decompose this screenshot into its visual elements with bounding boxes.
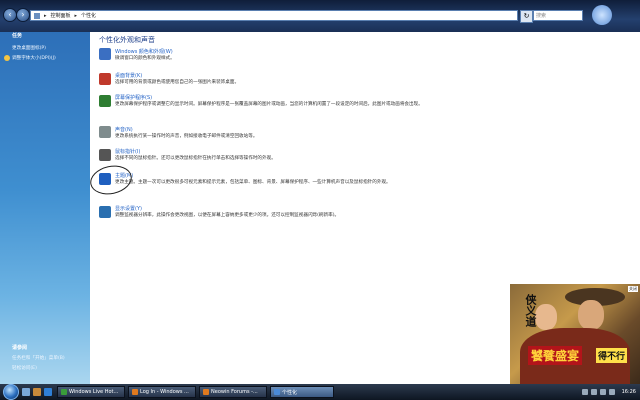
taskbar-item-personalization[interactable]: 个性化 [270, 386, 334, 398]
window-color-desc: 微调窗口的颜色和外观样式。 [115, 56, 175, 61]
volume-icon[interactable] [590, 389, 597, 395]
windows-help-icon[interactable] [592, 5, 612, 25]
screen-saver-desc: 更改屏幕保护程序或调整它的显示时间。屏幕保护程序是一张覆盖屏幕的图片或动画，当您… [115, 102, 423, 107]
ease-of-access-link[interactable]: 轻松访问(E) [12, 365, 37, 371]
screen-saver-link[interactable]: 屏幕保护程序(S) [115, 94, 152, 101]
taskbar-item-neowin[interactable]: Neowin Forums -... [199, 386, 267, 398]
breadcrumb-arrow: ▸ [44, 12, 47, 19]
clock[interactable]: 16:26 [622, 389, 636, 395]
control-panel-icon [34, 12, 40, 19]
display-settings-icon [99, 206, 111, 218]
hand-drawn-circle [87, 161, 135, 199]
desktop-background-desc: 选择可用的背景或颜色或使用您自己的一张图片来装饰桌面。 [115, 80, 240, 85]
window-color-link[interactable]: Windows 颜色和外观(W) [115, 48, 173, 55]
taskbar-item-login[interactable]: Log In - Windows ... [128, 386, 196, 398]
system-tray: 16:26 [520, 385, 640, 399]
breadcrumb[interactable]: ▸ 控制面板 ▸ 个性化 [30, 10, 518, 21]
mouse-pointers-desc: 选择不同的鼠标指针。还可以更改鼠标指针在执行单击和选择等操作时的外观。 [115, 156, 276, 161]
game-ad-popup[interactable]: 侠义道 饕餮盛宴 得不行 关闭 [510, 284, 640, 384]
network-icon[interactable] [581, 389, 588, 395]
tasks-heading: 任务 [12, 33, 23, 39]
taskbar-item-label: Log In - Windows ... [140, 389, 189, 395]
taskbar-item-label: Neowin Forums -... [211, 389, 258, 395]
desktop-background-icon [99, 73, 111, 85]
page-title: 个性化外观和声音 [99, 36, 155, 44]
tray-app-icon[interactable] [608, 389, 615, 395]
shield-icon [4, 55, 10, 61]
address-bar: ‹ › ▸ 控制面板 ▸ 个性化 ↻ 搜索 [0, 0, 640, 32]
taskbar-start-menu-link[interactable]: 任务栏和「开始」菜单(B) [12, 355, 65, 361]
refresh-button[interactable]: ↻ [520, 10, 533, 23]
ad-banner: 饕餮盛宴 [528, 346, 583, 365]
language-icon[interactable] [599, 389, 606, 395]
theme-desc: 更改主题。主题一次可以更改很多可视元素和提示元素，包括菜单、图标、背景、屏幕保护… [115, 180, 391, 185]
breadcrumb-item-control-panel[interactable]: 控制面板 [51, 12, 71, 19]
taskbar-item-label: 个性化 [282, 389, 298, 396]
firefox-icon [203, 389, 209, 395]
control-panel-icon [274, 389, 280, 395]
character-face [578, 300, 604, 330]
taskbar-item-label: Windows Live Hot... [69, 389, 119, 395]
window-color-icon [99, 48, 111, 60]
mouse-pointer-icon [99, 149, 111, 161]
character-face-2 [535, 304, 557, 330]
ad-banner-2: 得不行 [596, 348, 628, 363]
messenger-icon [61, 389, 67, 395]
change-desktop-icons-link[interactable]: 更改桌面图标(P) [12, 45, 46, 51]
taskbar: Windows Live Hot... Log In - Windows ...… [0, 384, 640, 400]
forward-button[interactable]: › [16, 8, 30, 22]
search-input[interactable]: 搜索 [533, 10, 583, 21]
switch-windows-icon[interactable] [33, 388, 41, 396]
desktop-background-link[interactable]: 桌面背景(K) [115, 72, 142, 79]
see-also-heading: 请参阅 [12, 345, 28, 351]
screen-saver-icon [99, 95, 111, 107]
sounds-icon [99, 126, 111, 138]
ad-calligraphy: 侠义道 [524, 294, 537, 327]
ie-icon[interactable] [44, 388, 52, 396]
ad-close-button[interactable]: 关闭 [628, 286, 638, 292]
back-button[interactable]: ‹ [3, 8, 17, 22]
display-settings-desc: 调整监视器分辨率，此操作会更改视图，以便在屏幕上容纳更多或更少的项。还可以控制监… [115, 213, 340, 218]
breadcrumb-arrow: ▸ [74, 12, 78, 19]
sounds-link[interactable]: 声音(N) [115, 126, 133, 133]
taskbar-item-live-hotmail[interactable]: Windows Live Hot... [57, 386, 125, 398]
start-orb[interactable] [3, 384, 19, 400]
show-desktop-icon[interactable] [22, 388, 30, 396]
breadcrumb-item-personalization[interactable]: 个性化 [81, 12, 96, 19]
mouse-pointers-link[interactable]: 鼠标指针(I) [115, 148, 140, 155]
adjust-font-size-link[interactable]: 调整字体大小(DPI)(J) [12, 55, 56, 61]
firefox-icon [132, 389, 138, 395]
task-sidebar: 任务 更改桌面图标(P) 调整字体大小(DPI)(J) 请参阅 任务栏和「开始」… [0, 32, 90, 384]
sounds-desc: 更改系统执行某一操作时的声音，例如接收电子邮件或清空回收站等。 [115, 134, 258, 139]
display-settings-link[interactable]: 显示设置(Y) [115, 205, 142, 212]
